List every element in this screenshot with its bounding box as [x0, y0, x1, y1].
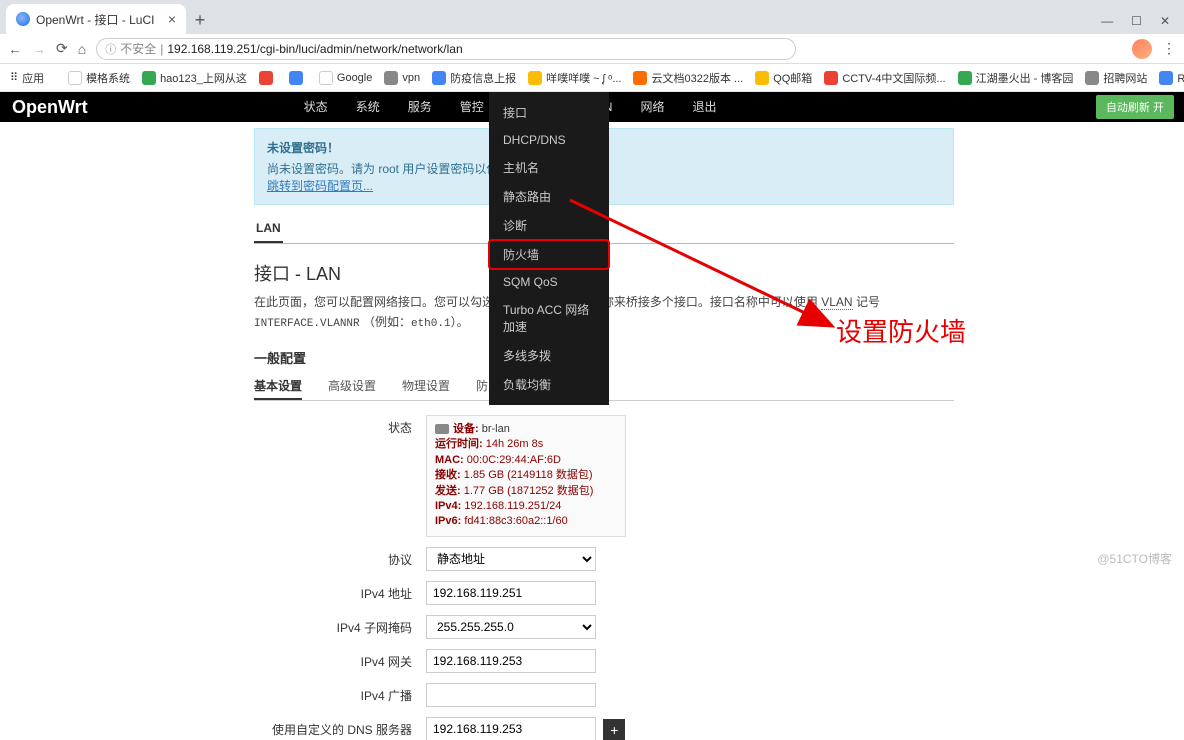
- apps-button[interactable]: ⠿ 应用: [10, 70, 44, 86]
- url-box[interactable]: ⓘ 不安全 | 192.168.119.251/cgi-bin/luci/adm…: [96, 38, 796, 60]
- ipv4-addr-label: IPv4 地址: [254, 581, 426, 605]
- nav-item-系统[interactable]: 系统: [342, 92, 394, 122]
- bookmark-icon: [528, 71, 542, 85]
- watermark: @51CTO博客: [1097, 550, 1172, 567]
- bookmark-icon: [755, 71, 769, 85]
- dropdown-item-SQM QoS[interactable]: SQM QoS: [489, 269, 609, 295]
- bookmark-item[interactable]: vpn: [384, 71, 420, 85]
- maximize-icon[interactable]: ☐: [1131, 14, 1142, 28]
- bookmark-item[interactable]: 模格系统: [68, 70, 130, 86]
- reload-icon[interactable]: ⟳: [56, 40, 68, 57]
- tab-strip: OpenWrt - 接口 - LuCI × + — ☐ ✕: [0, 0, 1184, 34]
- device-icon: [435, 424, 449, 434]
- new-tab-button[interactable]: +: [186, 6, 214, 34]
- dropdown-item-DHCP/DNS[interactable]: DHCP/DNS: [489, 127, 609, 153]
- bookmark-icon: [68, 71, 82, 85]
- ipv4-gw-label: IPv4 网关: [254, 649, 426, 673]
- ipv4-mask-label: IPv4 子网掩码: [254, 615, 426, 639]
- bookmark-item[interactable]: hao123_上网从这: [142, 70, 247, 86]
- address-bar: ← → ⟳ ⌂ ⓘ 不安全 | 192.168.119.251/cgi-bin/…: [0, 34, 1184, 64]
- bookmark-icon: [633, 71, 647, 85]
- bookmark-item[interactable]: 咩噗咩噗 ~ ᶘ ᵒ...: [528, 70, 621, 86]
- bookmark-icon: [319, 71, 333, 85]
- bookmark-icon: [289, 71, 303, 85]
- alert-link[interactable]: 跳转到密码配置页...: [267, 179, 373, 193]
- nav-item-网络[interactable]: 网络: [626, 92, 678, 122]
- home-icon[interactable]: ⌂: [78, 41, 86, 57]
- config-tab-物理设置[interactable]: 物理设置: [402, 373, 450, 400]
- bookmark-icon: [142, 71, 156, 85]
- auto-refresh-button[interactable]: 自动刷新 开: [1096, 95, 1174, 119]
- bookmark-item[interactable]: Google: [319, 71, 372, 85]
- dropdown-item-接口[interactable]: 接口: [489, 98, 609, 127]
- close-icon[interactable]: ×: [168, 11, 176, 27]
- status-box: 设备: br-lan 运行时间: 14h 26m 8s MAC: 00:0C:2…: [426, 415, 626, 537]
- bookmark-item[interactable]: 江湖墨火出 - 博客园: [958, 70, 1074, 86]
- bookmark-item[interactable]: 招聘网站: [1085, 70, 1147, 86]
- dropdown-item-多线多拨[interactable]: 多线多拨: [489, 341, 609, 370]
- bookmarks-bar: ⠿ 应用 模格系统 hao123_上网从这 Google vpn 防疫信息上报咩噗咩噗 …: [0, 64, 1184, 92]
- bookmark-icon: [958, 71, 972, 85]
- config-tab-高级设置[interactable]: 高级设置: [328, 373, 376, 400]
- dns-label: 使用自定义的 DNS 服务器: [254, 717, 426, 740]
- interface-tab-lan[interactable]: LAN: [254, 215, 283, 243]
- vlan-abbr: VLAN: [821, 295, 852, 310]
- ipv4-bc-label: IPv4 广播: [254, 683, 426, 707]
- protocol-select[interactable]: 静态地址: [426, 547, 596, 571]
- browser-tab[interactable]: OpenWrt - 接口 - LuCI ×: [6, 4, 186, 34]
- nav-item-服务[interactable]: 服务: [394, 92, 446, 122]
- protocol-label: 协议: [254, 547, 426, 571]
- network-dropdown: 接口DHCP/DNS主机名静态路由诊断防火墙SQM QoSTurbo ACC 网…: [489, 92, 609, 405]
- bookmark-icon: [1085, 71, 1099, 85]
- insecure-label: 不安全: [120, 40, 156, 57]
- dropdown-item-防火墙[interactable]: 防火墙: [489, 240, 609, 269]
- favicon-icon: [16, 12, 30, 26]
- kebab-icon[interactable]: ⋮: [1162, 40, 1176, 57]
- minimize-icon[interactable]: —: [1101, 14, 1113, 28]
- dropdown-item-主机名[interactable]: 主机名: [489, 153, 609, 182]
- bookmark-icon: [384, 71, 398, 85]
- bookmark-icon: [259, 71, 273, 85]
- profile-avatar-icon[interactable]: [1132, 39, 1152, 59]
- bookmark-icon: [824, 71, 838, 85]
- dropdown-item-负载均衡[interactable]: 负载均衡: [489, 370, 609, 399]
- close-window-icon[interactable]: ✕: [1160, 14, 1170, 28]
- brand-logo: OpenWrt: [0, 97, 100, 118]
- config-tab-基本设置[interactable]: 基本设置: [254, 373, 302, 400]
- dropdown-item-Turbo ACC 网络加速[interactable]: Turbo ACC 网络加速: [489, 295, 609, 341]
- dns-input[interactable]: [426, 717, 596, 740]
- bookmark-item[interactable]: 防疫信息上报: [432, 70, 516, 86]
- nav-item-退出[interactable]: 退出: [678, 92, 730, 122]
- annotation-text: 设置防火墙: [836, 312, 966, 349]
- tab-title: OpenWrt - 接口 - LuCI: [36, 11, 154, 28]
- bookmark-item[interactable]: 云文档0322版本 ...: [633, 70, 743, 86]
- dropdown-item-静态路由[interactable]: 静态路由: [489, 182, 609, 211]
- info-icon: ⓘ: [105, 41, 116, 57]
- ipv4-mask-select[interactable]: 255.255.255.0: [426, 615, 596, 639]
- bookmark-item[interactable]: QQ邮箱: [755, 70, 812, 86]
- bookmark-item[interactable]: R7000 - 网络地图: [1159, 70, 1184, 86]
- dns-add-button[interactable]: +: [603, 719, 625, 740]
- dropdown-item-诊断[interactable]: 诊断: [489, 211, 609, 240]
- ipv4-bc-input[interactable]: [426, 683, 596, 707]
- ipv4-gw-input[interactable]: [426, 649, 596, 673]
- url-text: 192.168.119.251/cgi-bin/luci/admin/netwo…: [167, 42, 462, 56]
- bookmark-icon: [1159, 71, 1173, 85]
- bookmark-icon: [432, 71, 446, 85]
- forward-icon[interactable]: →: [32, 41, 46, 57]
- bookmark-item[interactable]: [289, 71, 307, 85]
- bookmark-item[interactable]: [259, 71, 277, 85]
- ipv4-addr-input[interactable]: [426, 581, 596, 605]
- nav-item-状态[interactable]: 状态: [290, 92, 342, 122]
- bookmark-item[interactable]: CCTV-4中文国际频...: [824, 70, 945, 86]
- back-icon[interactable]: ←: [8, 41, 22, 57]
- window-controls: — ☐ ✕: [1101, 14, 1184, 34]
- status-label: 状态: [254, 415, 426, 537]
